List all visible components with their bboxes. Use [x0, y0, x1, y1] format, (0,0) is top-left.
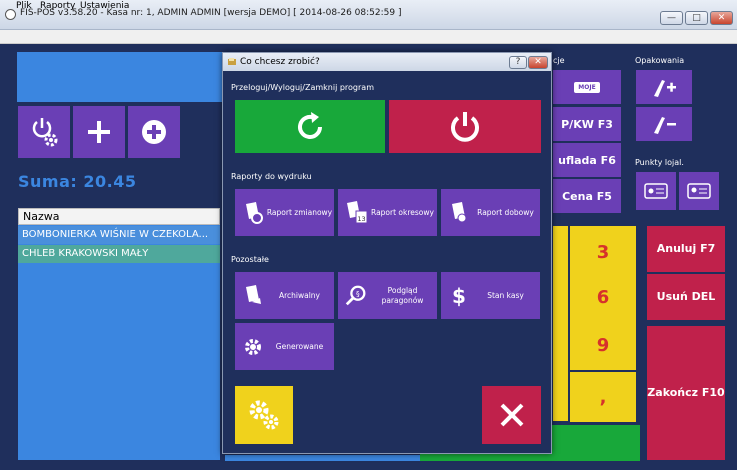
szuflada-button[interactable]: uflada F6: [553, 143, 621, 177]
opakowanie-remove-button[interactable]: [636, 107, 692, 141]
refresh-icon: [298, 111, 322, 139]
zakoncz-button[interactable]: Zakończ F10: [647, 326, 725, 460]
power-icon: [451, 111, 479, 142]
cancel-dialog-button[interactable]: [482, 386, 541, 444]
archive-report-icon: [246, 284, 261, 304]
punkty-title: Punkty lojal.: [635, 158, 684, 167]
moje-button[interactable]: MOJE: [553, 70, 621, 104]
generowane-label: Generowane: [275, 341, 324, 351]
menu-ustawienia[interactable]: Ustawienia: [80, 1, 129, 11]
raport-zmianowy-button[interactable]: Raport zmianowy: [235, 189, 334, 236]
power-settings-button[interactable]: [18, 106, 70, 158]
relogin-button[interactable]: [235, 100, 385, 153]
raport-zmianowy-label: Raport zmianowy: [266, 207, 333, 217]
power-gear-icon: [32, 118, 58, 147]
loyalty-card-icon: [644, 183, 668, 199]
maximize-button[interactable]: □: [685, 11, 708, 25]
bottle-minus-icon: [654, 117, 676, 134]
app-icon: [5, 9, 16, 20]
cena-button[interactable]: Cena F5: [553, 179, 621, 213]
dialog-close-button[interactable]: ✕: [528, 56, 548, 69]
section-reports-title: Raporty do wydruku: [231, 172, 312, 181]
list-header: Nazwa: [18, 208, 220, 225]
opakowanie-add-button[interactable]: [636, 70, 692, 104]
report-period-icon: 13: [347, 200, 368, 223]
archiwalny-label: Archiwalny: [278, 290, 320, 300]
numpad-partial-column: [553, 226, 568, 421]
numpad-9[interactable]: 9: [570, 320, 636, 370]
generowane-button[interactable]: Generowane: [235, 323, 334, 370]
raport-dobowy-label: Raport dobowy: [477, 207, 534, 217]
sum-label: Suma: 20.45: [18, 172, 137, 191]
section-title-partial: cje: [553, 56, 565, 65]
usun-button[interactable]: Usuń DEL: [647, 274, 725, 320]
add-circle-button[interactable]: [128, 106, 180, 158]
dialog-help-button[interactable]: ?: [509, 56, 527, 69]
calendar-day: 13: [357, 215, 365, 223]
numpad-6[interactable]: 6: [570, 272, 636, 322]
bottle-plus-icon: [654, 80, 676, 97]
plus-circle-icon: [142, 120, 166, 144]
section-logout-title: Przeloguj/Wyloguj/Zamknij program: [231, 83, 374, 92]
customer-display: [17, 52, 222, 102]
podglad-label: Podgląd paragonów: [381, 285, 424, 305]
dollar-icon: $: [452, 284, 466, 308]
menu-bar: [0, 30, 737, 44]
id-card-icon: [687, 183, 711, 199]
numpad-3[interactable]: 3: [570, 226, 636, 278]
close-icon: [500, 403, 523, 427]
menu-raporty[interactable]: Raporty: [40, 1, 75, 11]
stan-kasy-button[interactable]: $ Stan kasy: [441, 272, 540, 319]
window-title: FIS-POS v3.58.20 - Kasa nr: 1, ADMIN ADM…: [20, 8, 402, 18]
shutdown-button[interactable]: [389, 100, 541, 153]
moje-badge: MOJE: [574, 81, 600, 93]
plus-icon: [88, 121, 110, 143]
report-daily-icon: [452, 201, 467, 222]
archiwalny-button[interactable]: Archiwalny: [235, 272, 334, 319]
add-button[interactable]: [73, 106, 125, 158]
loyalty-id-button[interactable]: [679, 172, 719, 210]
close-window-button[interactable]: ✕: [710, 11, 733, 25]
loyalty-card-button[interactable]: [636, 172, 676, 210]
pkw-button[interactable]: P/KW F3: [553, 107, 621, 141]
numpad-comma[interactable]: ,: [570, 372, 636, 422]
anuluj-button[interactable]: Anuluj F7: [647, 226, 725, 272]
gear-icon: [245, 338, 261, 355]
report-shift-icon: [246, 201, 263, 224]
opakowania-title: Opakowania: [635, 56, 685, 65]
bottom-bar: [225, 455, 420, 461]
list-item[interactable]: BOMBONIERKA WIŚNIE W CZEKOLA...: [18, 226, 220, 244]
raport-okresowy-label: Raport okresowy: [371, 207, 434, 217]
raport-dobowy-button[interactable]: Raport dobowy: [441, 189, 540, 236]
podglad-paragonow-button[interactable]: § Podgląd paragonów: [338, 272, 437, 319]
svg-text:$: $: [452, 284, 466, 308]
raport-okresowy-button[interactable]: 13 Raport okresowy: [338, 189, 437, 236]
minimize-button[interactable]: —: [660, 11, 683, 25]
menu-plik[interactable]: Plik: [16, 1, 32, 11]
section-other-title: Pozostałe: [231, 255, 269, 264]
gears-icon: [249, 400, 279, 430]
stan-kasy-label: Stan kasy: [487, 290, 524, 300]
list-item[interactable]: CHLEB KRAKOWSKI MAŁY: [18, 245, 220, 263]
svg-text:§: §: [356, 289, 360, 298]
settings-button[interactable]: [235, 386, 293, 444]
magnifier-receipt-icon: §: [345, 285, 366, 305]
dialog-title: Co chcesz zrobić?: [240, 57, 320, 67]
dialog-icon: [228, 58, 236, 65]
